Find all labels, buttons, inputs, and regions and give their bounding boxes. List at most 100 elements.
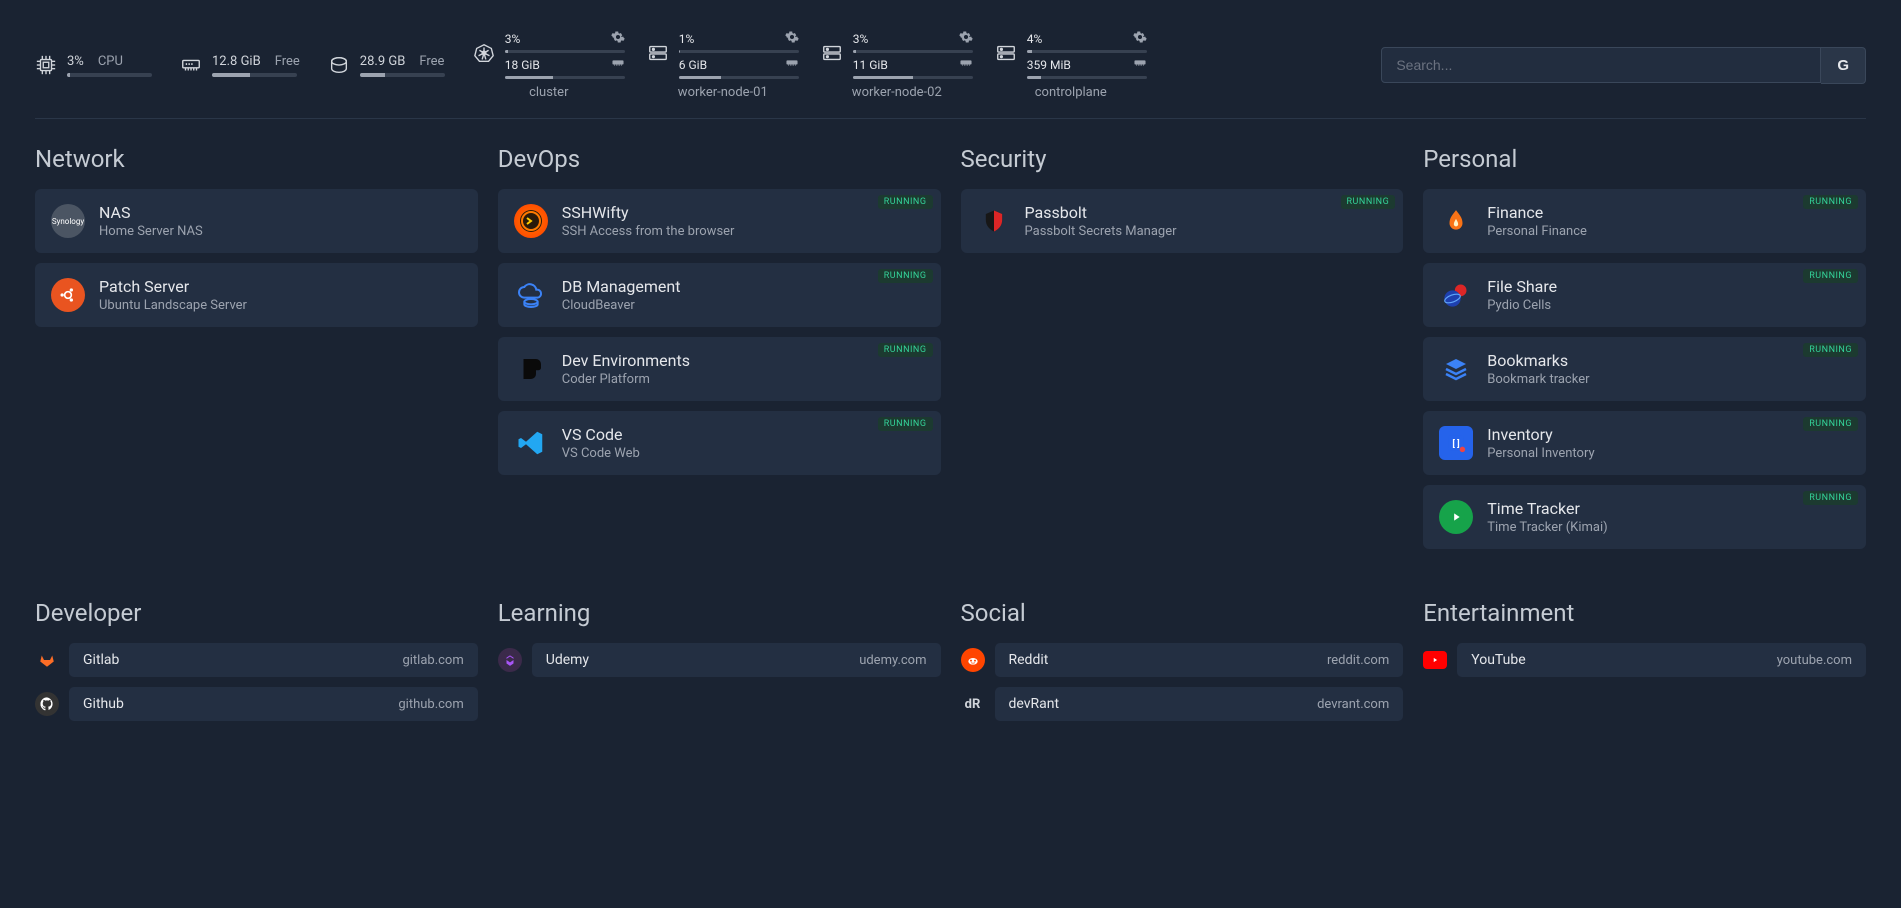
card-subtitle: Pydio Cells: [1487, 298, 1557, 313]
node-cluster[interactable]: 3% 18 GiB cluster: [473, 30, 625, 100]
disk-icon: [328, 54, 350, 76]
column-title: Learning: [498, 599, 941, 627]
cpu-label: CPU: [98, 54, 123, 69]
card-subtitle: Personal Inventory: [1487, 446, 1594, 461]
link-url: github.com: [398, 697, 463, 712]
node-controlplane[interactable]: 4% 359 MiB controlplane: [995, 30, 1147, 100]
node-worker-node-01[interactable]: 1% 6 GiB worker-node-01: [647, 30, 799, 100]
link-url: reddit.com: [1327, 653, 1389, 668]
link-name: devRant: [1009, 696, 1060, 712]
card-subtitle: Time Tracker (Kimai): [1487, 520, 1607, 535]
card-nas[interactable]: Synology NAS Home Server NAS: [35, 189, 478, 253]
link-pill[interactable]: devRant devrant.com: [995, 687, 1404, 721]
cpu-bar: [67, 73, 152, 77]
card-finance[interactable]: Finance Personal Finance RUNNING: [1423, 189, 1866, 253]
card-subtitle: Passbolt Secrets Manager: [1025, 224, 1177, 239]
node-cpu-value: 4%: [1027, 32, 1043, 46]
column-title: Security: [961, 145, 1404, 173]
card-title: DB Management: [562, 277, 681, 296]
status-badge: RUNNING: [878, 195, 933, 209]
link-name: Gitlab: [83, 652, 119, 668]
node-mem-bar: [505, 76, 625, 79]
card-time-tracker[interactable]: Time Tracker Time Tracker (Kimai) RUNNIN…: [1423, 485, 1866, 549]
ram-small-icon: [959, 56, 973, 73]
card-sshwifty[interactable]: SSHWifty SSH Access from the browser RUN…: [498, 189, 941, 253]
link-udemy[interactable]: Udemy udemy.com: [498, 643, 941, 677]
cpu-value: 3%: [67, 54, 84, 69]
link-github[interactable]: Github github.com: [35, 687, 478, 721]
node-mem-bar: [1027, 76, 1147, 79]
column-personal: Personal Finance Personal Finance RUNNIN…: [1423, 145, 1866, 559]
card-inventory[interactable]: [ ] Inventory Personal Inventory RUNNING: [1423, 411, 1866, 475]
column-network: Network Synology NAS Home Server NAS Pat…: [35, 145, 478, 559]
node-mem-bar: [679, 76, 799, 79]
ram-value: 12.8 GiB: [212, 54, 261, 69]
disk-label: Free: [419, 54, 444, 69]
node-label: cluster: [473, 85, 625, 100]
node-cpu-value: 1%: [679, 32, 695, 46]
link-youtube[interactable]: YouTube youtube.com: [1423, 643, 1866, 677]
kubernetes-icon: [473, 42, 495, 68]
link-url: devrant.com: [1317, 697, 1389, 712]
column-devops: DevOps SSHWifty SSH Access from the brow…: [498, 145, 941, 559]
node-label: worker-node-02: [821, 85, 973, 100]
status-badge: RUNNING: [878, 417, 933, 431]
link-pill[interactable]: Github github.com: [69, 687, 478, 721]
gear-icon: [785, 30, 799, 47]
card-subtitle: Coder Platform: [562, 372, 690, 387]
header-stats: 3% CPU 12.8 GiB Free 28.9 GB Free: [35, 30, 1866, 100]
node-cpu-bar: [1027, 50, 1147, 53]
link-column-learning: Learning Udemy udemy.com: [498, 599, 941, 731]
search-button[interactable]: G: [1821, 47, 1866, 84]
card-subtitle: Bookmark tracker: [1487, 372, 1589, 387]
server-icon: [995, 42, 1017, 68]
cpu-icon: [35, 54, 57, 76]
card-title: File Share: [1487, 277, 1557, 296]
node-cpu-value: 3%: [505, 32, 521, 46]
node-worker-node-02[interactable]: 3% 11 GiB worker-node-02: [821, 30, 973, 100]
disk-stat: 28.9 GB Free: [328, 54, 445, 77]
gear-icon: [1133, 30, 1147, 47]
card-bookmarks[interactable]: Bookmarks Bookmark tracker RUNNING: [1423, 337, 1866, 401]
card-db-management[interactable]: DB Management CloudBeaver RUNNING: [498, 263, 941, 327]
node-cpu-value: 3%: [853, 32, 869, 46]
status-badge: RUNNING: [878, 269, 933, 283]
gear-icon: [611, 30, 625, 47]
status-badge: RUNNING: [1341, 195, 1396, 209]
link-gitlab[interactable]: Gitlab gitlab.com: [35, 643, 478, 677]
card-vs-code[interactable]: VS Code VS Code Web RUNNING: [498, 411, 941, 475]
node-cpu-bar: [679, 50, 799, 53]
node-cpu-bar: [505, 50, 625, 53]
header-divider: [35, 118, 1866, 119]
ram-small-icon: [785, 56, 799, 73]
column-title: Social: [961, 599, 1404, 627]
disk-value: 28.9 GB: [360, 54, 406, 69]
link-name: Reddit: [1009, 652, 1049, 668]
search-container: G: [1381, 47, 1866, 84]
card-file-share[interactable]: File Share Pydio Cells RUNNING: [1423, 263, 1866, 327]
card-title: Bookmarks: [1487, 351, 1589, 370]
node-mem-bar: [853, 76, 973, 79]
node-label: worker-node-01: [647, 85, 799, 100]
status-badge: RUNNING: [1803, 269, 1858, 283]
card-dev-environments[interactable]: Dev Environments Coder Platform RUNNING: [498, 337, 941, 401]
link-reddit[interactable]: Reddit reddit.com: [961, 643, 1404, 677]
ram-small-icon: [611, 56, 625, 73]
link-name: Udemy: [546, 652, 589, 668]
card-title: Time Tracker: [1487, 499, 1607, 518]
card-passbolt[interactable]: Passbolt Passbolt Secrets Manager RUNNIN…: [961, 189, 1404, 253]
card-subtitle: CloudBeaver: [562, 298, 681, 313]
link-column-developer: Developer Gitlab gitlab.com Github githu…: [35, 599, 478, 731]
link-column-social: Social Reddit reddit.com dR devRant devr…: [961, 599, 1404, 731]
column-title: Network: [35, 145, 478, 173]
link-pill[interactable]: Gitlab gitlab.com: [69, 643, 478, 677]
node-mem-value: 6 GiB: [679, 58, 707, 72]
link-pill[interactable]: Udemy udemy.com: [532, 643, 941, 677]
card-patch-server[interactable]: Patch Server Ubuntu Landscape Server: [35, 263, 478, 327]
link-pill[interactable]: Reddit reddit.com: [995, 643, 1404, 677]
link-devrant[interactable]: dR devRant devrant.com: [961, 687, 1404, 721]
column-title: Developer: [35, 599, 478, 627]
search-input[interactable]: [1381, 47, 1821, 83]
card-subtitle: Home Server NAS: [99, 224, 203, 239]
link-pill[interactable]: YouTube youtube.com: [1457, 643, 1866, 677]
